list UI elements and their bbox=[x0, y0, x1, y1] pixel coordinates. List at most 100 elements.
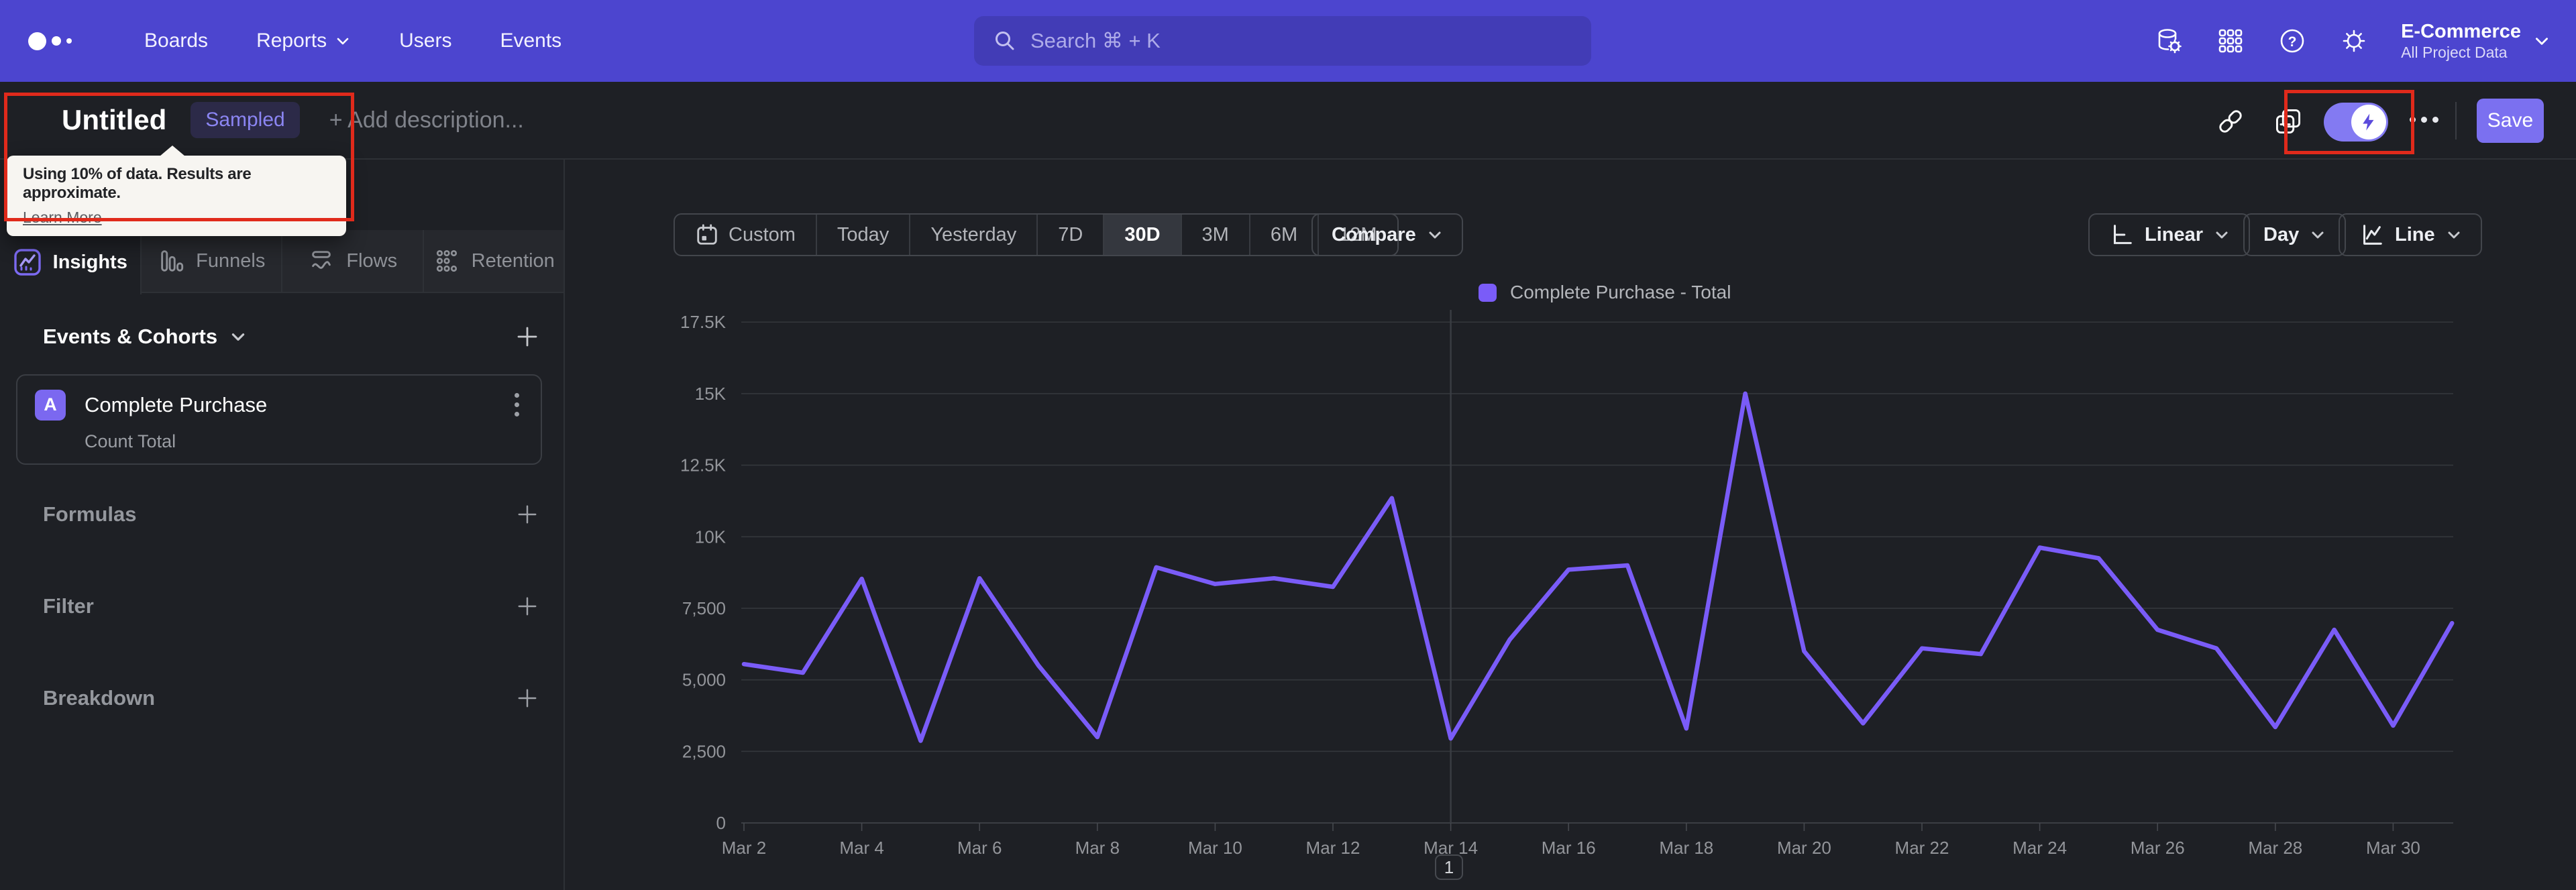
settings-gear-icon[interactable] bbox=[2339, 26, 2369, 56]
search-input[interactable]: Search ⌘ + K bbox=[974, 16, 1591, 66]
chevron-down-icon[interactable] bbox=[229, 328, 247, 345]
svg-text:Mar 10: Mar 10 bbox=[1188, 838, 1242, 858]
formulas-section: Formulas bbox=[43, 494, 542, 535]
tab-label: Retention bbox=[471, 249, 555, 272]
svg-text:?: ? bbox=[2288, 34, 2297, 50]
date-range-selector: Custom Today Yesterday 7D 30D 3M 6M 12M bbox=[674, 213, 1399, 256]
line-chart[interactable]: 0 2,500 5,000 7,500 10K 12.5K 15K 17.5K Mar 2 Mar… bbox=[657, 295, 2509, 890]
learn-more-link[interactable]: Learn More bbox=[23, 209, 102, 227]
svg-text:Mar 18: Mar 18 bbox=[1659, 838, 1713, 858]
lightning-icon bbox=[2363, 113, 2374, 131]
report-title[interactable]: Untitled bbox=[62, 104, 166, 136]
add-to-board-icon[interactable] bbox=[2274, 107, 2302, 135]
toggle-knob bbox=[2351, 105, 2386, 140]
range-label: 6M bbox=[1270, 223, 1298, 245]
chart-type-selector[interactable]: Line bbox=[2339, 213, 2482, 256]
chevron-down-icon bbox=[2216, 231, 2228, 239]
add-event-button[interactable] bbox=[513, 322, 542, 351]
report-titlebar: Untitled Sampled + Add description... Sa… bbox=[0, 82, 2576, 160]
nav-item-events[interactable]: Events bbox=[476, 0, 586, 82]
save-button[interactable]: Save bbox=[2477, 99, 2544, 143]
titlebar-divider bbox=[2455, 102, 2457, 140]
svg-text:Mar 24: Mar 24 bbox=[2012, 838, 2067, 858]
add-breakdown-button[interactable] bbox=[513, 683, 542, 713]
range-7d[interactable]: 7D bbox=[1038, 215, 1105, 255]
range-30d[interactable]: 30D bbox=[1104, 215, 1182, 255]
range-3m[interactable]: 3M bbox=[1182, 215, 1250, 255]
scale-selector[interactable]: Linear bbox=[2088, 213, 2251, 256]
nav-item-users[interactable]: Users bbox=[375, 0, 476, 82]
svg-text:Mar 4: Mar 4 bbox=[839, 838, 883, 858]
nav-item-boards[interactable]: Boards bbox=[120, 0, 232, 82]
svg-text:7,500: 7,500 bbox=[682, 598, 726, 618]
tab-flows[interactable]: Flows bbox=[282, 230, 424, 292]
svg-text:Mar 16: Mar 16 bbox=[1542, 838, 1596, 858]
project-name: E-Commerce bbox=[2401, 20, 2521, 42]
apps-grid-icon[interactable] bbox=[2216, 26, 2245, 56]
filter-label: Filter bbox=[43, 594, 94, 618]
help-icon[interactable]: ? bbox=[2277, 26, 2307, 56]
event-metric[interactable]: Count Total bbox=[85, 431, 523, 452]
svg-text:5,000: 5,000 bbox=[682, 670, 726, 690]
range-label: 7D bbox=[1058, 223, 1083, 245]
project-switcher[interactable]: E-Commerce All Project Data bbox=[2401, 20, 2551, 62]
add-filter-button[interactable] bbox=[513, 592, 542, 621]
tab-funnels[interactable]: Funnels bbox=[142, 230, 282, 292]
range-yesterday[interactable]: Yesterday bbox=[910, 215, 1038, 255]
pagination-page-1[interactable]: 1 bbox=[1435, 854, 1463, 880]
nav-links: Boards Reports Users Events bbox=[120, 0, 586, 82]
add-description-field[interactable]: + Add description... bbox=[329, 107, 524, 133]
interval-label: Day bbox=[2263, 223, 2300, 245]
sampling-tooltip: Using 10% of data. Results are approxima… bbox=[7, 146, 346, 236]
range-6m[interactable]: 6M bbox=[1250, 215, 1320, 255]
tab-label: Flows bbox=[346, 249, 398, 272]
nav-item-label: Reports bbox=[256, 30, 327, 52]
search-placeholder: Search ⌘ + K bbox=[1030, 29, 1161, 52]
range-label: Custom bbox=[729, 223, 796, 245]
more-options-button[interactable] bbox=[2410, 117, 2438, 123]
event-name[interactable]: Complete Purchase bbox=[85, 393, 267, 417]
svg-text:Mar 22: Mar 22 bbox=[1895, 838, 1949, 858]
report-type-tabs: Insights Funnels Flows Retention bbox=[0, 230, 565, 294]
linear-axis-icon bbox=[2113, 225, 2132, 244]
data-management-icon[interactable] bbox=[2154, 26, 2184, 56]
nav-item-label: Users bbox=[399, 30, 452, 52]
svg-text:Mar 30: Mar 30 bbox=[2366, 838, 2420, 858]
tab-insights[interactable]: Insights bbox=[0, 230, 142, 294]
copy-link-icon[interactable] bbox=[2216, 107, 2245, 135]
calendar-icon bbox=[697, 224, 717, 245]
chevron-down-icon bbox=[337, 38, 349, 45]
range-today[interactable]: Today bbox=[817, 215, 911, 255]
event-letter-badge: A bbox=[35, 389, 66, 421]
breakdown-section: Breakdown bbox=[43, 678, 542, 718]
mixpanel-logo-icon[interactable] bbox=[28, 32, 72, 50]
range-label: Today bbox=[837, 223, 890, 245]
filter-section: Filter bbox=[43, 586, 542, 626]
interval-selector[interactable]: Day bbox=[2243, 213, 2347, 256]
events-cohorts-title[interactable]: Events & Cohorts bbox=[43, 325, 217, 349]
line-chart-icon bbox=[2363, 225, 2382, 245]
svg-text:Mar 12: Mar 12 bbox=[1306, 838, 1360, 858]
navbar-right: ? E-Commerce All Project Data bbox=[2154, 0, 2551, 82]
svg-text:Mar 28: Mar 28 bbox=[2248, 838, 2302, 858]
sampling-toggle[interactable] bbox=[2324, 103, 2388, 142]
range-label: Yesterday bbox=[930, 223, 1017, 245]
chevron-down-icon bbox=[2448, 231, 2460, 239]
event-options-button[interactable] bbox=[511, 389, 523, 421]
breakdown-label: Breakdown bbox=[43, 686, 156, 710]
events-cohorts-header: Events & Cohorts bbox=[43, 321, 542, 353]
nav-item-reports[interactable]: Reports bbox=[232, 0, 375, 82]
compare-button[interactable]: Compare bbox=[1311, 213, 1463, 256]
range-custom[interactable]: Custom bbox=[675, 215, 817, 255]
tab-label: Funnels bbox=[196, 249, 266, 272]
event-card-complete-purchase[interactable]: A Complete Purchase Count Total bbox=[16, 374, 542, 465]
svg-text:0: 0 bbox=[716, 813, 726, 833]
add-formula-button[interactable] bbox=[513, 500, 542, 529]
sampled-badge[interactable]: Sampled bbox=[191, 102, 300, 138]
svg-text:2,500: 2,500 bbox=[682, 741, 726, 761]
project-scope: All Project Data bbox=[2401, 43, 2508, 61]
retention-icon bbox=[436, 249, 457, 272]
tab-retention[interactable]: Retention bbox=[424, 230, 565, 292]
compare-label: Compare bbox=[1332, 223, 1416, 245]
tooltip-text: Using 10% of data. Results are approxima… bbox=[23, 165, 252, 202]
